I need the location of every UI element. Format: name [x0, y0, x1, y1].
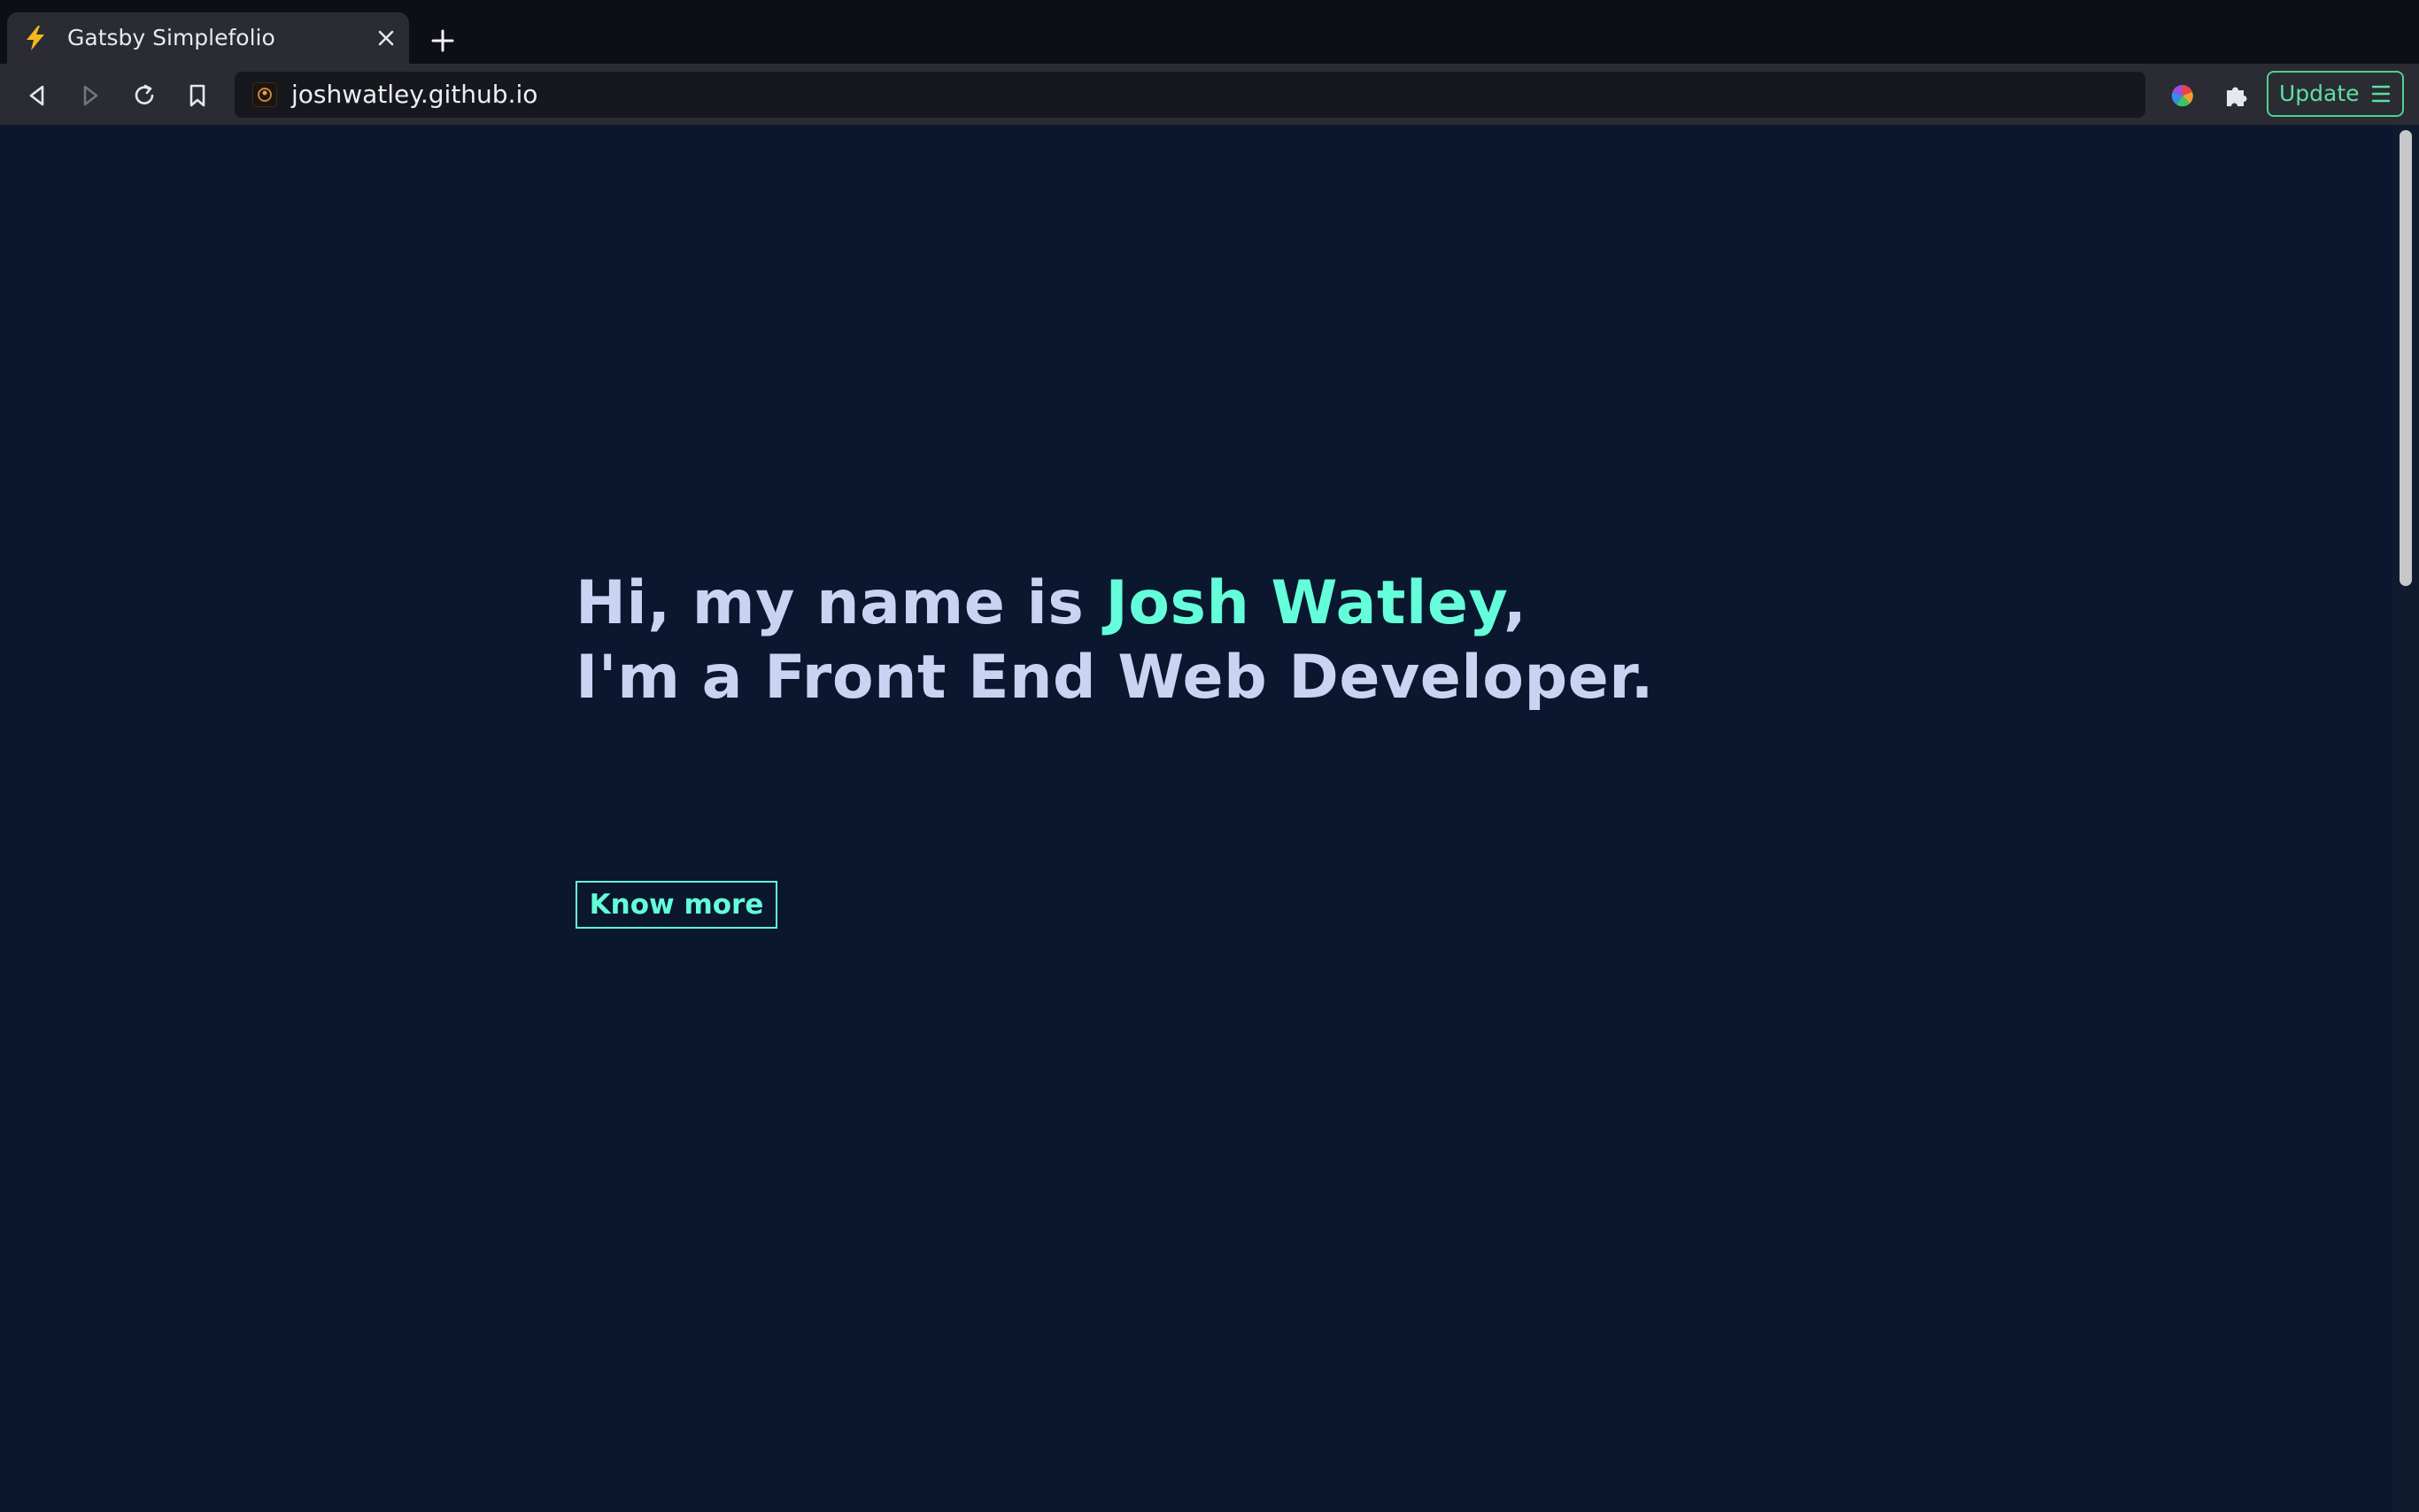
close-icon[interactable] [370, 22, 402, 54]
profile-extension-button[interactable] [2163, 76, 2202, 115]
extensions-button[interactable] [2216, 76, 2255, 115]
hero-greeting-suffix: , [1503, 568, 1527, 638]
plus-icon [431, 29, 454, 52]
new-tab-button[interactable] [423, 21, 462, 60]
site-favicon-icon [252, 82, 277, 107]
tab-title: Gatsby Simplefolio [67, 25, 275, 50]
browser-toolbar: joshwatley.github.io Update [0, 64, 2419, 126]
reload-button[interactable] [125, 76, 164, 115]
bookmark-button[interactable] [178, 76, 217, 115]
bookmark-icon [189, 84, 205, 107]
color-wheel-icon [2171, 84, 2193, 107]
back-arrow-icon [29, 85, 44, 106]
update-label: Update [2279, 81, 2360, 106]
page-scrollbar[interactable] [2392, 127, 2419, 1512]
forward-arrow-icon [83, 85, 98, 106]
reload-icon [135, 84, 154, 104]
scrollbar-thumb[interactable] [2400, 130, 2412, 586]
page-viewport [0, 127, 2392, 1512]
hero-section: Hi, my name is Josh Watley, I'm a Front … [576, 567, 1654, 715]
address-bar[interactable]: joshwatley.github.io [235, 72, 2145, 118]
hero-title: Hi, my name is Josh Watley, [576, 567, 1654, 641]
lightning-icon [21, 24, 50, 52]
tab-strip: Gatsby Simplefolio [0, 0, 2419, 64]
back-button[interactable] [18, 76, 57, 115]
hero-greeting-prefix: Hi, my name is [576, 568, 1106, 638]
browser-tab[interactable]: Gatsby Simplefolio [7, 12, 409, 64]
puzzle-icon [2227, 87, 2247, 106]
hero-subtitle: I'm a Front End Web Developer. [576, 643, 1654, 713]
know-more-button[interactable]: Know more [576, 881, 777, 929]
update-button[interactable]: Update [2267, 71, 2404, 117]
forward-button[interactable] [71, 76, 110, 115]
url-text: joshwatley.github.io [291, 80, 538, 109]
hero-name: Josh Watley [1105, 568, 1504, 638]
menu-icon [2371, 85, 2391, 103]
